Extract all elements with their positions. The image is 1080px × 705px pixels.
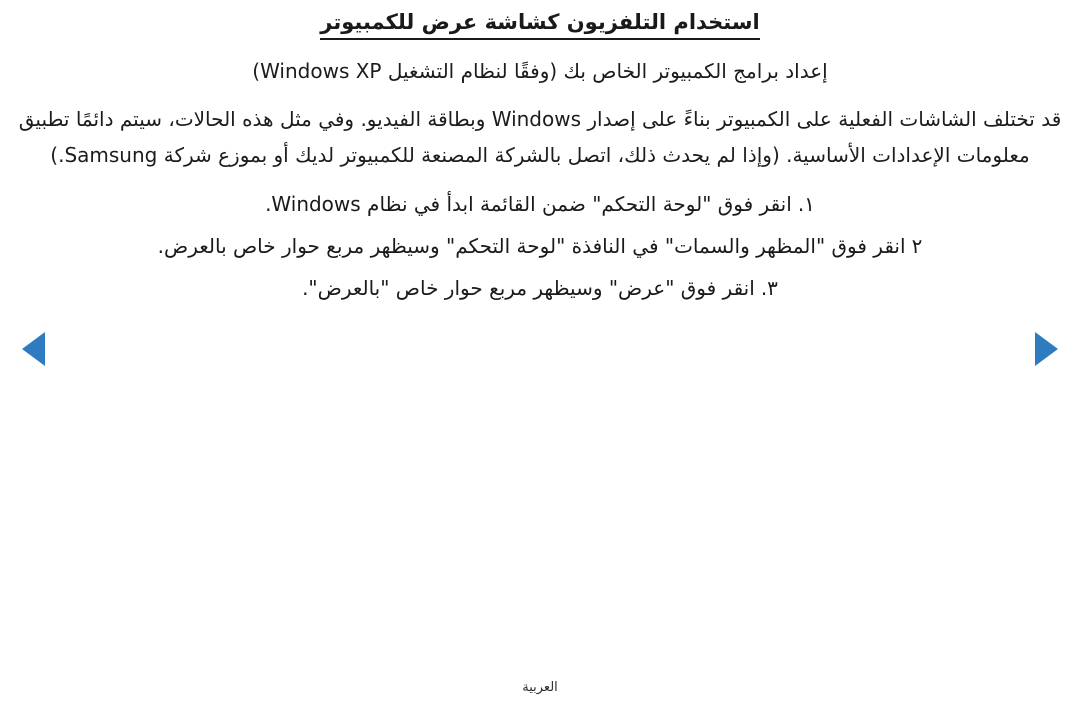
steps-list: ١.انقر فوق "لوحة التحكم" ضمن القائمة ابد…: [16, 187, 1064, 306]
step-text: انقر فوق "لوحة التحكم" ضمن القائمة ابدأ …: [265, 192, 792, 217]
step-text: انقر فوق "عرض" وسيظهر مربع حوار خاص "بال…: [302, 276, 755, 301]
content-column: استخدام التلفزيون كشاشة عرض للكمبيوتر إع…: [16, 8, 1064, 313]
note-paragraph: قد تختلف الشاشات الفعلية على الكمبيوتر ب…: [18, 106, 1062, 167]
page-title-text: استخدام التلفزيون كشاشة عرض للكمبيوتر: [320, 8, 760, 41]
list-item: ١.انقر فوق "لوحة التحكم" ضمن القائمة ابد…: [16, 187, 1064, 222]
step-marker: ٢: [911, 234, 923, 259]
manual-page: استخدام التلفزيون كشاشة عرض للكمبيوتر إع…: [0, 0, 1080, 705]
step-marker: ٣.: [760, 276, 778, 301]
list-item: ٢انقر فوق "المظهر والسمات" في النافذة "ل…: [16, 229, 1064, 264]
page-title: استخدام التلفزيون كشاشة عرض للكمبيوتر: [16, 8, 1064, 41]
list-item: ٣.انقر فوق "عرض" وسيظهر مربع حوار خاص "ب…: [16, 271, 1064, 306]
intro-paragraph: إعداد برامج الكمبيوتر الخاص بك (وفقًا لن…: [252, 59, 828, 84]
footer-language-label: العربية: [522, 680, 558, 695]
next-page-arrow-icon[interactable]: [1035, 332, 1058, 366]
step-text: انقر فوق "المظهر والسمات" في النافذة "لو…: [157, 234, 906, 259]
previous-page-arrow-icon[interactable]: [22, 332, 45, 366]
step-marker: ١.: [797, 192, 815, 217]
